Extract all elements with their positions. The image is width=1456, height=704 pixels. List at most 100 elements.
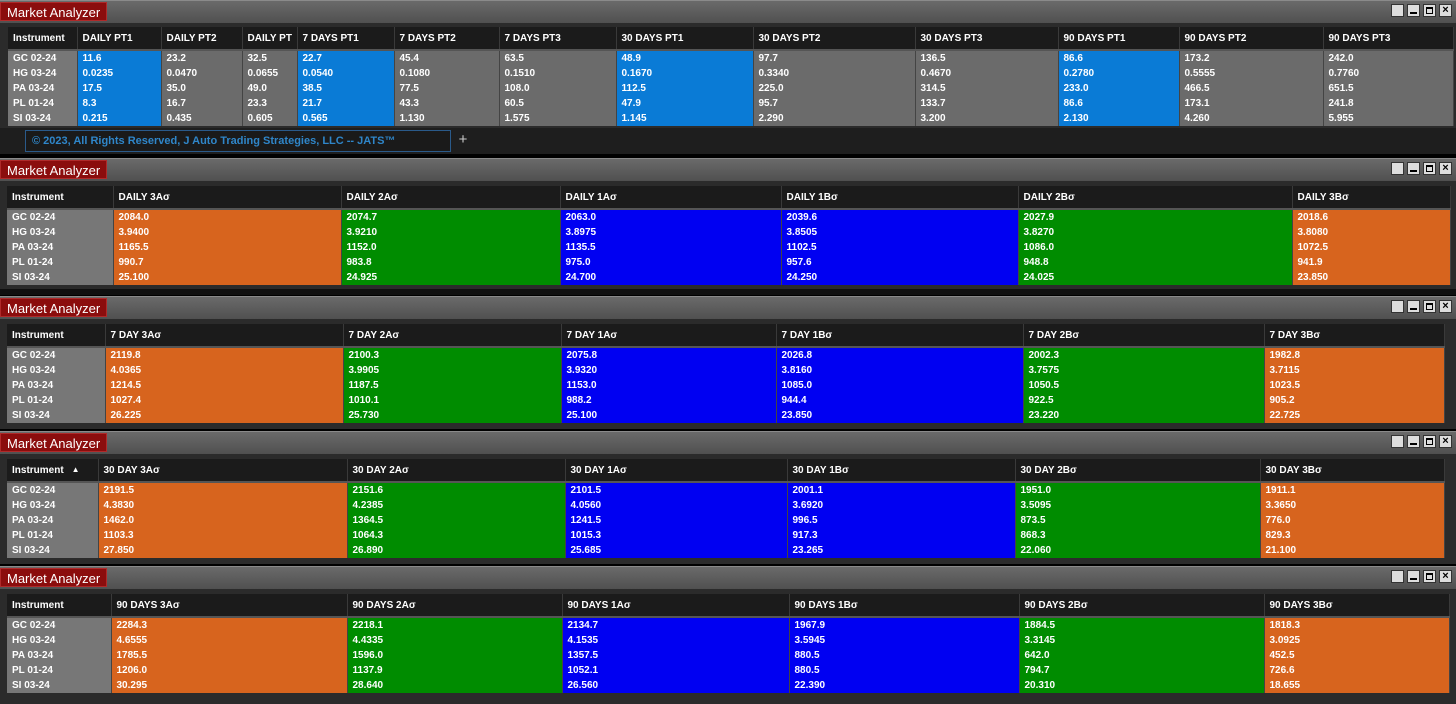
column-header-0[interactable]: Instrument	[7, 186, 114, 210]
column-header-6[interactable]: 7 DAYS PT3	[499, 27, 617, 51]
window-titlebar[interactable]: Market Analyzer ×	[0, 158, 1456, 181]
minimize-icon[interactable]	[1407, 162, 1420, 175]
column-header-6[interactable]: 7 DAY 3Bσ	[1264, 324, 1445, 348]
column-header-5[interactable]: DAILY 2Bσ	[1018, 186, 1293, 210]
column-header-3[interactable]: 30 DAY 1Aσ	[565, 459, 788, 483]
table-row[interactable]: SI 03-24 30.295 28.640 26.560 22.390 20.310 18…	[7, 678, 1450, 693]
table-row[interactable]: PA 03-24 17.5 35.0 49.0 38.5 77.5 108.0 112.5 22…	[8, 81, 1454, 96]
table-row[interactable]: PA 03-24 1462.0 1364.5 1241.5 996.5 873.5 776.…	[7, 513, 1445, 528]
maximize-icon[interactable]	[1423, 570, 1436, 583]
column-header-0[interactable]: Instrument	[8, 27, 78, 51]
restore-icon[interactable]	[1391, 162, 1404, 175]
restore-icon[interactable]	[1391, 570, 1404, 583]
minimize-icon[interactable]	[1407, 300, 1420, 313]
value-cell: 49.0	[242, 81, 298, 96]
maximize-icon[interactable]	[1423, 4, 1436, 17]
minimize-icon[interactable]	[1407, 570, 1420, 583]
table-row[interactable]: GC 02-24 11.6 23.2 32.5 22.7 45.4 63.5 48.9 97.7…	[8, 50, 1454, 66]
table-row[interactable]: PA 03-24 1165.5 1152.0 1135.5 1102.5 1086.0 10…	[7, 240, 1451, 255]
window-titlebar[interactable]: Market Analyzer ×	[0, 296, 1456, 319]
column-header-9[interactable]: 30 DAYS PT3	[915, 27, 1059, 51]
table-row[interactable]: SI 03-24 26.225 25.730 25.100 23.850 23.220 22…	[7, 408, 1445, 423]
column-header-4[interactable]: DAILY 1Bσ	[781, 186, 1019, 210]
close-icon[interactable]: ×	[1439, 300, 1452, 313]
close-icon[interactable]: ×	[1439, 162, 1452, 175]
value-cell: 23.2	[161, 50, 243, 66]
table-row[interactable]: PL 01-24 8.3 16.7 23.3 21.7 43.3 60.5 47.9 95.7 1…	[8, 96, 1454, 111]
table-row[interactable]: HG 03-24 4.6555 4.4335 4.1535 3.5945 3.3145 3.…	[7, 633, 1450, 648]
table-row[interactable]: SI 03-24 25.100 24.925 24.700 24.250 24.025 23…	[7, 270, 1451, 285]
column-header-1[interactable]: DAILY PT1	[77, 27, 162, 51]
maximize-icon[interactable]	[1423, 435, 1436, 448]
column-header-5[interactable]: 7 DAY 2Bσ	[1023, 324, 1265, 348]
column-header-12[interactable]: 90 DAYS PT3	[1323, 27, 1454, 51]
column-header-6[interactable]: DAILY 3Bσ	[1292, 186, 1451, 210]
horizontal-scrollbar[interactable]	[0, 289, 1456, 295]
close-icon[interactable]: ×	[1439, 435, 1452, 448]
column-header-0[interactable]: Instrument ▲	[7, 459, 99, 483]
column-header-0[interactable]: Instrument	[7, 324, 106, 348]
column-header-3[interactable]: DAILY 1Aσ	[560, 186, 782, 210]
window-titlebar[interactable]: Market Analyzer ×	[0, 0, 1456, 23]
column-header-5[interactable]: 30 DAY 2Bσ	[1015, 459, 1261, 483]
column-header-3[interactable]: DAILY PT	[242, 27, 298, 51]
window-titlebar[interactable]: Market Analyzer ×	[0, 431, 1456, 454]
column-header-2[interactable]: DAILY PT2	[161, 27, 243, 51]
close-icon[interactable]: ×	[1439, 570, 1452, 583]
column-header-6[interactable]: 30 DAY 3Bσ	[1260, 459, 1445, 483]
column-header-4[interactable]: 90 DAYS 1Bσ	[789, 594, 1020, 618]
restore-icon[interactable]	[1391, 435, 1404, 448]
sort-ascending-icon[interactable]: ▲	[72, 465, 80, 474]
table-row[interactable]: PA 03-24 1785.5 1596.0 1357.5 880.5 642.0 452.…	[7, 648, 1450, 663]
column-header-5[interactable]: 7 DAYS PT2	[394, 27, 500, 51]
column-header-2[interactable]: 30 DAY 2Aσ	[347, 459, 566, 483]
column-header-2[interactable]: 7 DAY 2Aσ	[343, 324, 562, 348]
add-tab-button[interactable]: +	[455, 130, 471, 150]
minimize-icon[interactable]	[1407, 435, 1420, 448]
column-header-7[interactable]: 30 DAYS PT1	[616, 27, 754, 51]
maximize-icon[interactable]	[1423, 162, 1436, 175]
column-header-2[interactable]: 90 DAYS 2Aσ	[347, 594, 563, 618]
column-header-6[interactable]: 90 DAYS 3Bσ	[1264, 594, 1450, 618]
column-header-3[interactable]: 90 DAYS 1Aσ	[562, 594, 790, 618]
column-header-1[interactable]: 30 DAY 3Aσ	[98, 459, 348, 483]
table-row[interactable]: HG 03-24 4.0365 3.9905 3.9320 3.8160 3.7575 3.…	[7, 363, 1445, 378]
table-row[interactable]: GC 02-24 2119.8 2100.3 2075.8 2026.8 2002.3 19…	[7, 347, 1445, 363]
table-row[interactable]: GC 02-24 2284.3 2218.1 2134.7 1967.9 1884.5 18…	[7, 617, 1450, 633]
column-header-4[interactable]: 30 DAY 1Bσ	[787, 459, 1016, 483]
close-icon[interactable]: ×	[1439, 4, 1452, 17]
table-row[interactable]: PL 01-24 1027.4 1010.1 988.2 944.4 922.5 905.2	[7, 393, 1445, 408]
table-row[interactable]: GC 02-24 2191.5 2151.6 2101.5 2001.1 1951.0 19…	[7, 482, 1445, 498]
column-header-2[interactable]: DAILY 2Aσ	[341, 186, 561, 210]
grid-area: Instrument DAILY PT1 DAILY PT2 DAILY PT 7 DA…	[0, 23, 1456, 128]
table-row[interactable]: GC 02-24 2084.0 2074.7 2063.0 2039.6 2027.9 20…	[7, 209, 1451, 225]
window-titlebar[interactable]: Market Analyzer ×	[0, 566, 1456, 589]
table-row[interactable]: PL 01-24 1206.0 1137.9 1052.1 880.5 794.7 726.…	[7, 663, 1450, 678]
column-header-4[interactable]: 7 DAYS PT1	[297, 27, 395, 51]
table-row[interactable]: PA 03-24 1214.5 1187.5 1153.0 1085.0 1050.5 10…	[7, 378, 1445, 393]
column-header-11[interactable]: 90 DAYS PT2	[1179, 27, 1324, 51]
column-header-1[interactable]: 90 DAYS 3Aσ	[111, 594, 348, 618]
maximize-icon[interactable]	[1423, 300, 1436, 313]
value-cell: 4.1535	[562, 633, 790, 648]
table-row[interactable]: HG 03-24 0.0235 0.0470 0.0655 0.0540 0.1080 0.…	[8, 66, 1454, 81]
column-header-8[interactable]: 30 DAYS PT2	[753, 27, 916, 51]
copyright-tab[interactable]: © 2023, All Rights Reserved, J Auto Trad…	[25, 130, 451, 152]
table-row[interactable]: SI 03-24 0.215 0.435 0.605 0.565 1.130 1.575 1.…	[8, 111, 1454, 126]
table-row[interactable]: PL 01-24 1103.3 1064.3 1015.3 917.3 868.3 829.…	[7, 528, 1445, 543]
column-header-3[interactable]: 7 DAY 1Aσ	[561, 324, 777, 348]
column-header-5[interactable]: 90 DAYS 2Bσ	[1019, 594, 1265, 618]
restore-icon[interactable]	[1391, 4, 1404, 17]
restore-icon[interactable]	[1391, 300, 1404, 313]
value-cell: 11.6	[77, 50, 162, 66]
column-header-4[interactable]: 7 DAY 1Bσ	[776, 324, 1024, 348]
column-header-1[interactable]: DAILY 3Aσ	[113, 186, 342, 210]
table-row[interactable]: HG 03-24 4.3830 4.2385 4.0560 3.6920 3.5095 3.…	[7, 498, 1445, 513]
table-row[interactable]: SI 03-24 27.850 26.890 25.685 23.265 22.060 21…	[7, 543, 1445, 558]
column-header-0[interactable]: Instrument	[7, 594, 112, 618]
column-header-10[interactable]: 90 DAYS PT1	[1058, 27, 1180, 51]
minimize-icon[interactable]	[1407, 4, 1420, 17]
table-row[interactable]: PL 01-24 990.7 983.8 975.0 957.6 948.8 941.9	[7, 255, 1451, 270]
column-header-1[interactable]: 7 DAY 3Aσ	[105, 324, 344, 348]
table-row[interactable]: HG 03-24 3.9400 3.9210 3.8975 3.8505 3.8270 3.…	[7, 225, 1451, 240]
